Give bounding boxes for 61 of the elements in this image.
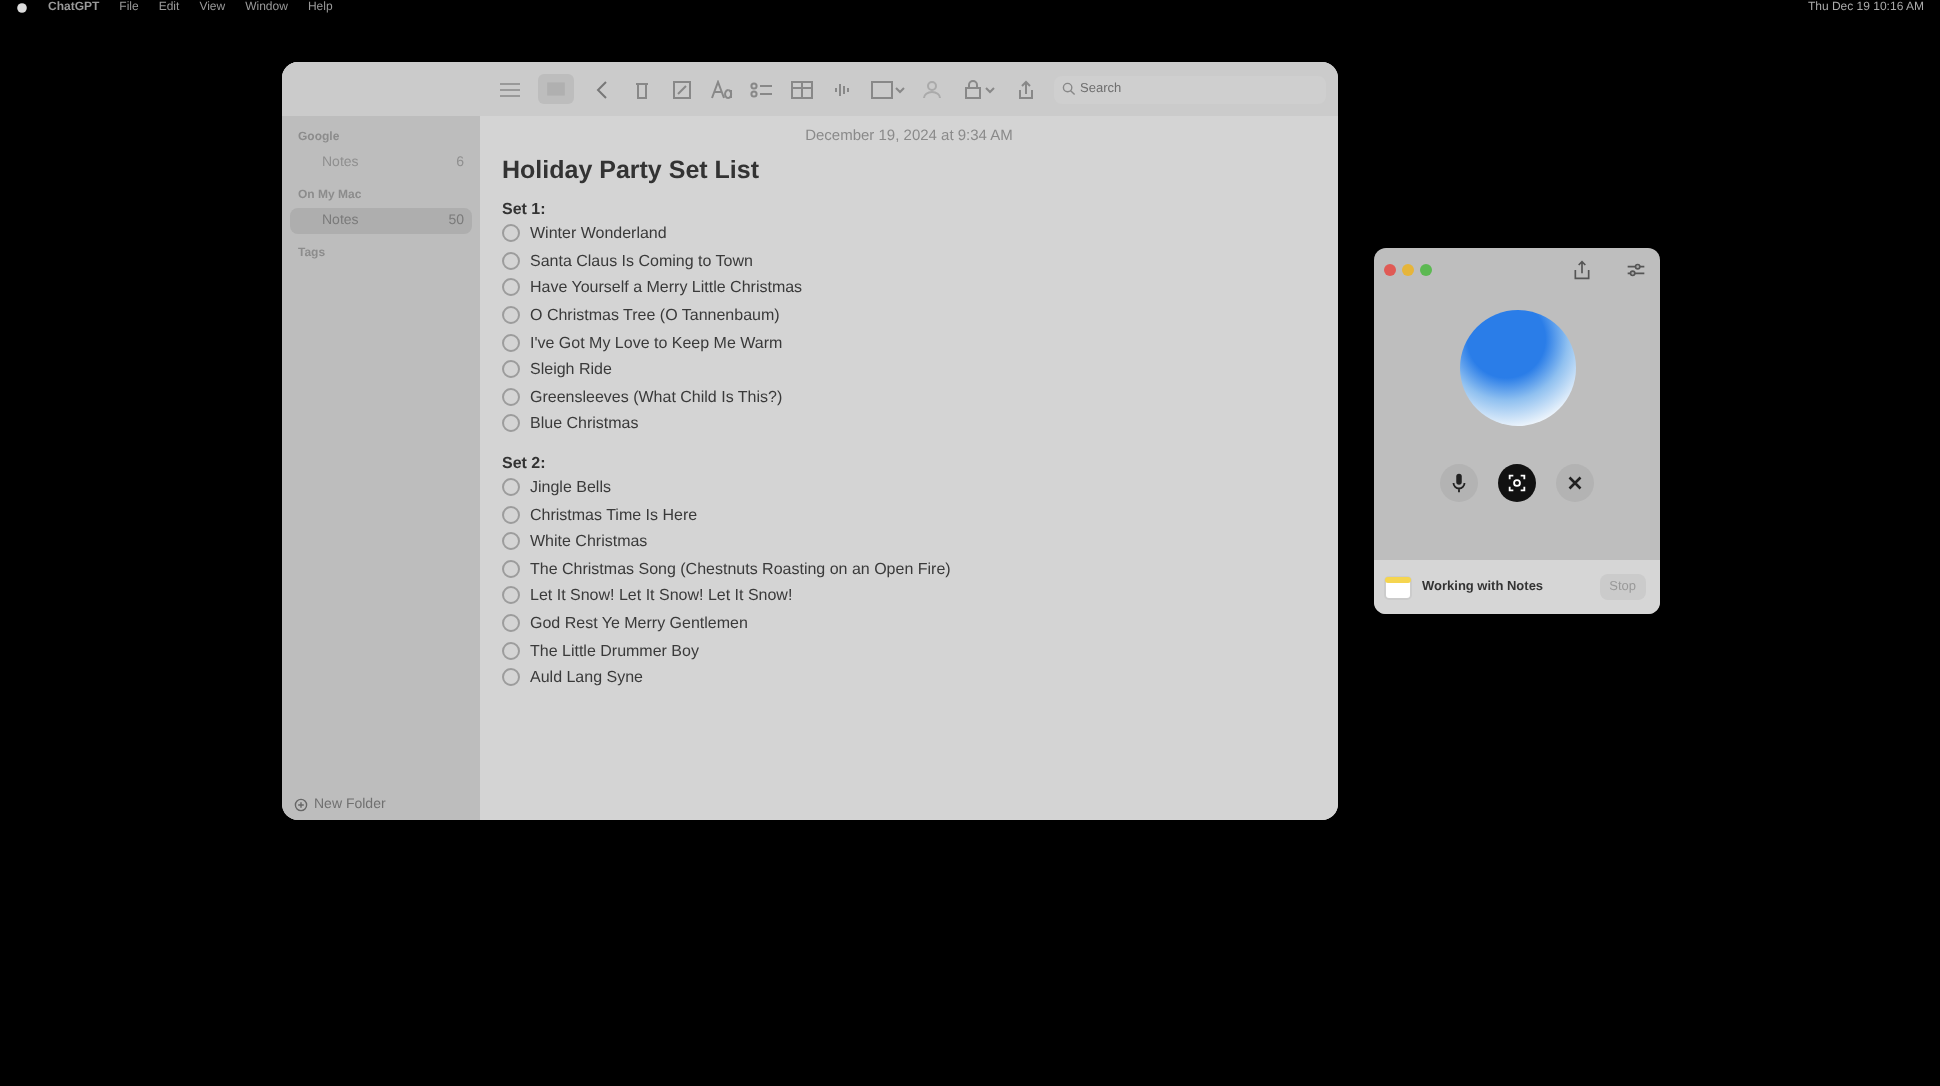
- media-icon[interactable]: [870, 79, 906, 99]
- lock-icon[interactable]: [962, 79, 998, 99]
- gallery-view-icon[interactable]: [538, 74, 574, 104]
- format-icon[interactable]: [710, 79, 734, 99]
- checklist-item-text: Sleigh Ride: [530, 360, 612, 379]
- checkbox[interactable]: [502, 532, 520, 551]
- checkbox[interactable]: [502, 586, 520, 605]
- checkbox[interactable]: [502, 505, 520, 524]
- trash-icon[interactable]: [630, 79, 654, 99]
- zoom-icon[interactable]: [1420, 264, 1432, 276]
- checklist-item-text: Christmas Time Is Here: [530, 505, 698, 524]
- minimize-icon[interactable]: [1402, 264, 1414, 276]
- checkbox[interactable]: [502, 414, 520, 433]
- checkbox[interactable]: [502, 668, 520, 687]
- checklist-item-text: Blue Christmas: [530, 414, 639, 433]
- checklist-item-text: God Rest Ye Merry Gentlemen: [530, 614, 748, 633]
- checkbox[interactable]: [502, 306, 520, 325]
- set-heading: Set 2:: [502, 453, 548, 472]
- checkbox[interactable]: [502, 614, 520, 633]
- checkbox[interactable]: [502, 333, 520, 352]
- share-icon[interactable]: [1572, 260, 1592, 280]
- checklist-item-text: Auld Lang Syne: [530, 668, 643, 687]
- share-icon[interactable]: [1014, 79, 1038, 99]
- plus-icon: [294, 798, 308, 812]
- microphone-icon: [1448, 472, 1470, 494]
- checkbox[interactable]: [502, 360, 520, 379]
- table-icon[interactable]: [790, 79, 814, 99]
- search-icon: [1062, 82, 1076, 96]
- checklist-item-text: I've Got My Love to Keep Me Warm: [530, 333, 783, 352]
- checklist-item-text: O Christmas Tree (O Tannenbaum): [530, 306, 780, 325]
- checkbox[interactable]: [502, 251, 520, 270]
- checklist-item-text: Greensleeves (What Child Is This?): [530, 387, 783, 406]
- checklist-icon[interactable]: [750, 79, 774, 99]
- close-button[interactable]: [1556, 464, 1594, 502]
- settings-icon[interactable]: [1626, 260, 1646, 280]
- note-title: Holiday Party Set List: [502, 156, 762, 184]
- list-view-icon[interactable]: [498, 79, 522, 99]
- compose-icon[interactable]: [670, 79, 694, 99]
- close-icon[interactable]: [1384, 264, 1396, 276]
- checkbox[interactable]: [502, 559, 520, 578]
- checklist-item-text: Winter Wonderland: [530, 224, 667, 243]
- camera-frame-icon: [1506, 472, 1528, 494]
- checklist-item-text: Santa Claus Is Coming to Town: [530, 251, 753, 270]
- checklist-item-text: White Christmas: [530, 532, 648, 551]
- video-button[interactable]: [1498, 464, 1536, 502]
- set-heading: Set 1:: [502, 200, 548, 218]
- collaborate-icon[interactable]: [922, 79, 946, 99]
- checklist-item-text: Have Yourself a Merry Little Christmas: [530, 278, 803, 297]
- checkbox[interactable]: [502, 478, 520, 497]
- checkbox[interactable]: [502, 278, 520, 297]
- checkbox[interactable]: [502, 224, 520, 243]
- microphone-button[interactable]: [1440, 464, 1478, 502]
- audio-icon[interactable]: [830, 79, 854, 99]
- checklist-item-text: The Little Drummer Boy: [530, 641, 699, 660]
- checklist-item-text: Let It Snow! Let It Snow! Let It Snow!: [530, 586, 793, 605]
- checklist-item-text: Jingle Bells: [530, 478, 611, 497]
- checkbox[interactable]: [502, 387, 520, 406]
- notes-app-icon: [1384, 575, 1412, 599]
- checklist-item-text: The Christmas Song (Chestnuts Roasting on an Open Fire): [530, 559, 951, 578]
- close-icon: [1564, 472, 1586, 494]
- checkbox[interactable]: [502, 641, 520, 660]
